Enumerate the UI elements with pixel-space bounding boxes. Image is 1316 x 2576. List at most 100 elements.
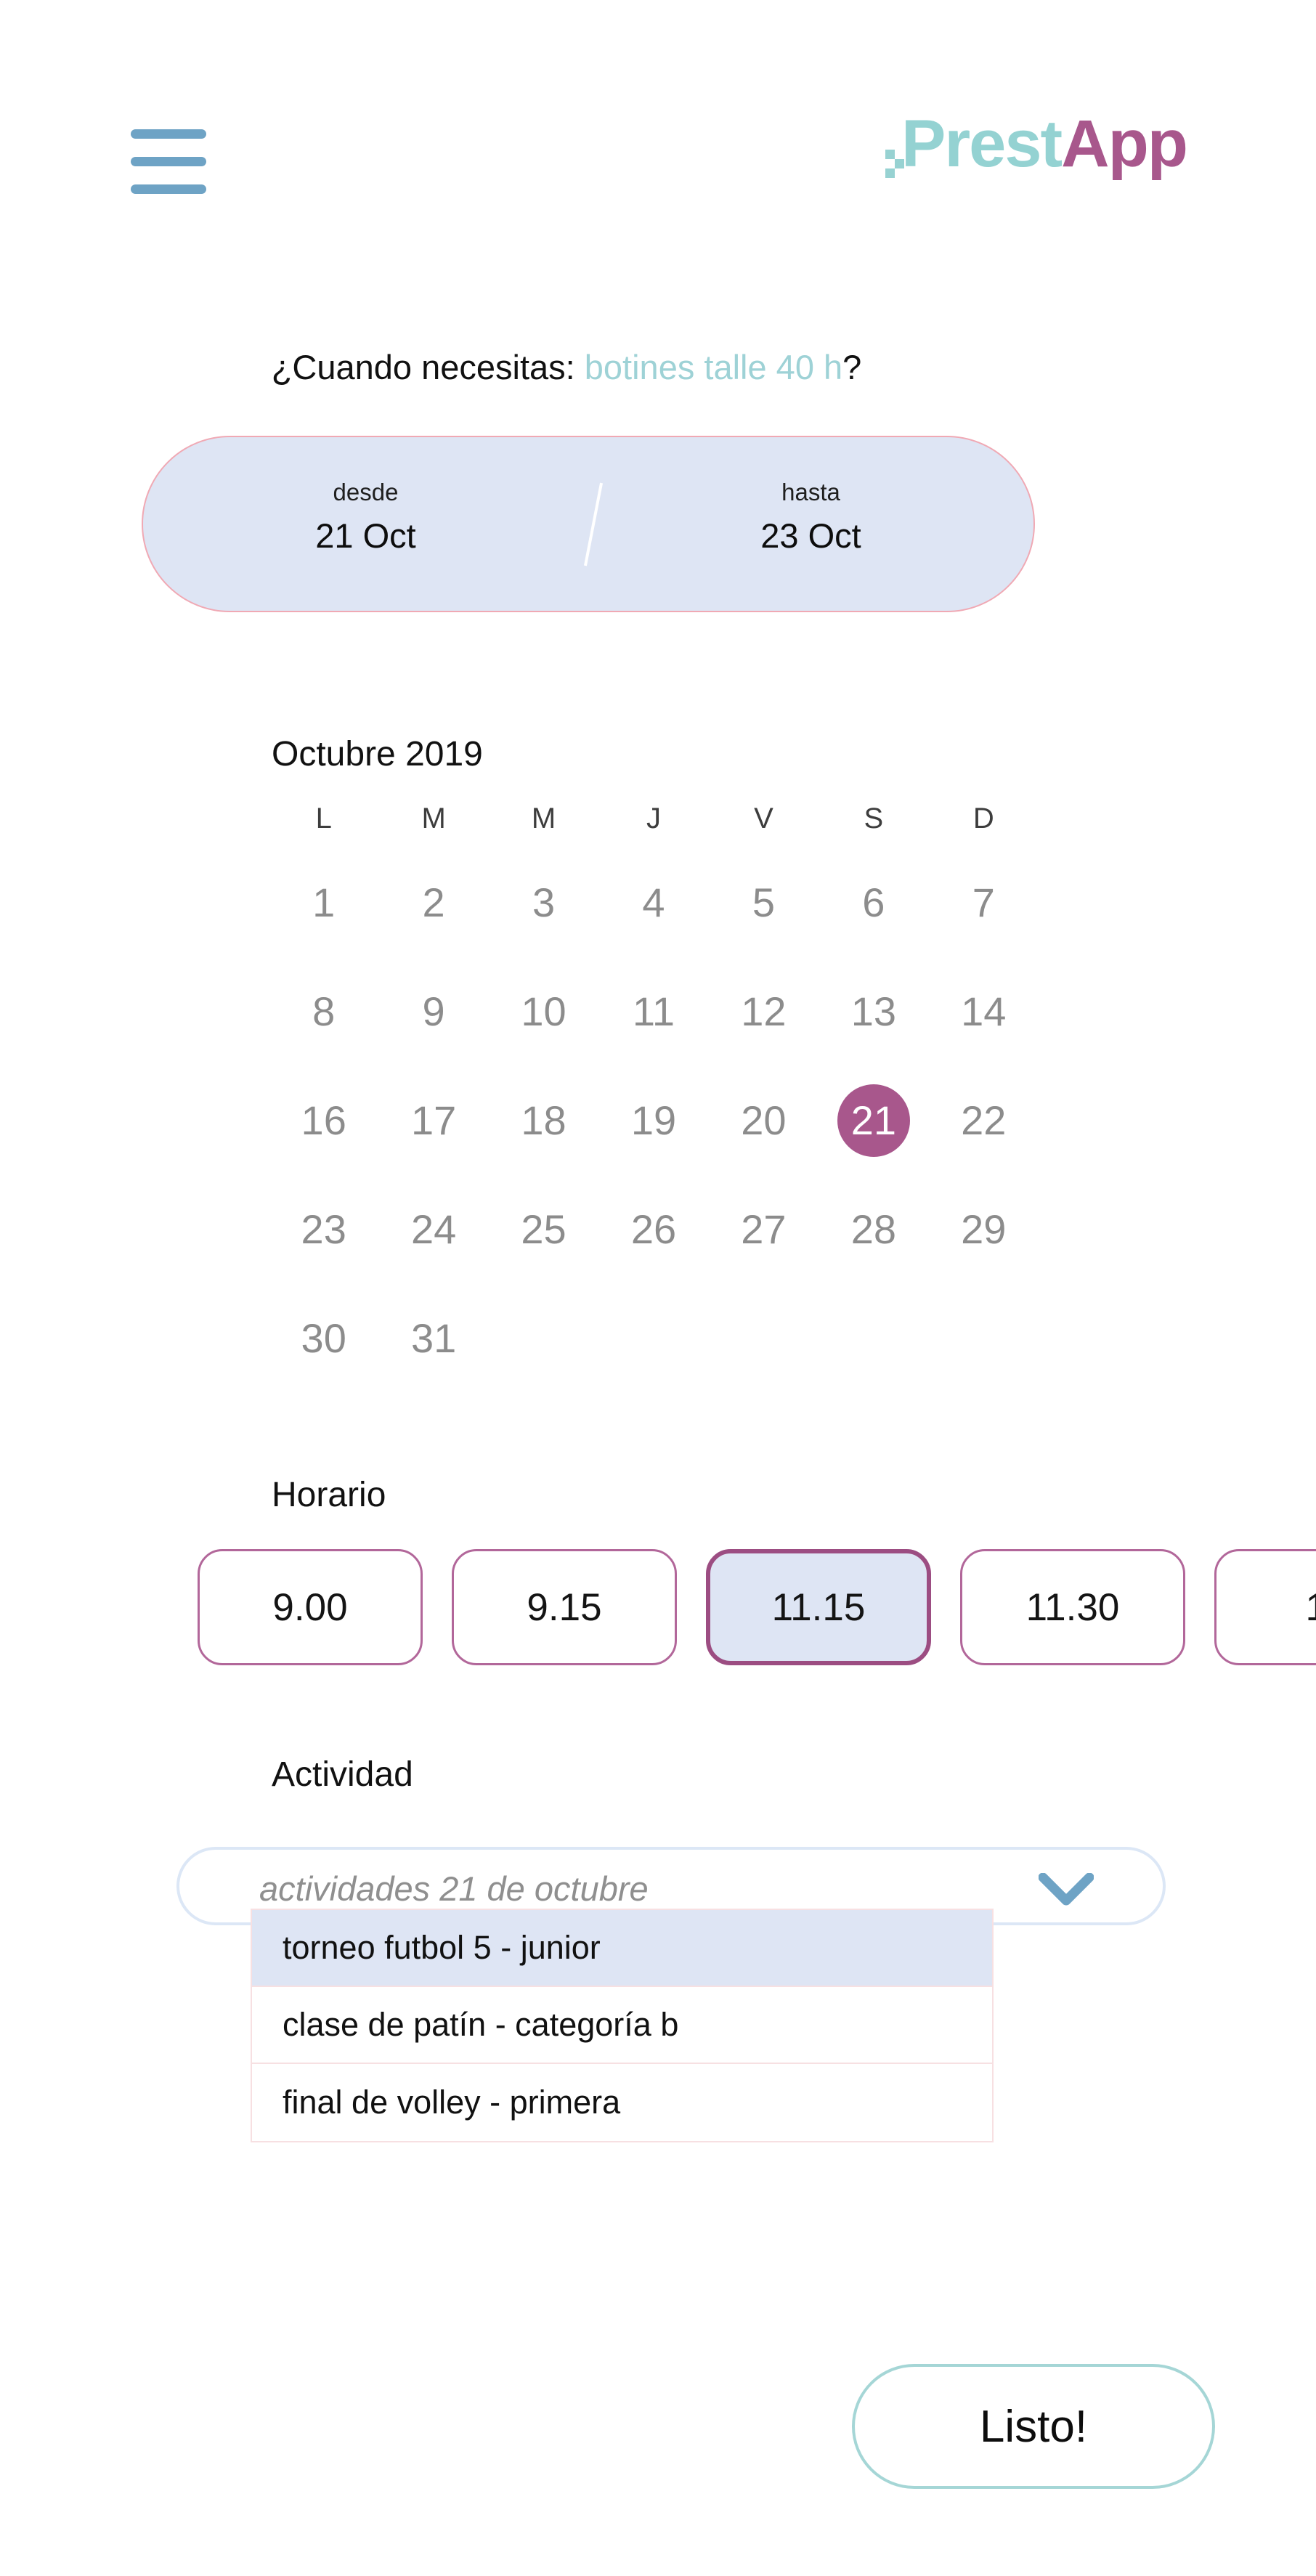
- calendar-day[interactable]: 8: [269, 957, 378, 1066]
- calendar-day[interactable]: 31: [378, 1284, 488, 1393]
- calendar-day[interactable]: 14: [929, 957, 1039, 1066]
- calendar-weekday-row: LMMJVSD: [269, 802, 1039, 848]
- calendar-day-number: 26: [630, 1206, 677, 1252]
- calendar-day-number: 9: [422, 988, 445, 1034]
- logo-dots-icon: [885, 131, 905, 187]
- actividad-dropdown-list[interactable]: torneo futbol 5 - junior clase de patín -…: [251, 1909, 994, 2142]
- calendar-day[interactable]: 11: [598, 957, 708, 1066]
- calendar-day-empty: [489, 1284, 598, 1393]
- calendar-day-empty: [819, 1284, 928, 1393]
- calendar-day-number: 19: [630, 1097, 677, 1143]
- calendar: Octubre 2019 LMMJVSD 1 2 3 4 5 6 7 8 9 10 11 12 13 14…: [269, 734, 1039, 1393]
- calendar-day-number: [727, 1302, 800, 1375]
- calendar-day[interactable]: 4: [598, 848, 708, 957]
- calendar-day[interactable]: 16: [269, 1066, 378, 1175]
- calendar-day[interactable]: 23: [269, 1175, 378, 1284]
- calendar-day-number: 25: [521, 1206, 566, 1252]
- calendar-day[interactable]: 25: [489, 1175, 598, 1284]
- calendar-weekday-5: S: [864, 803, 884, 834]
- submit-button[interactable]: Listo!: [852, 2364, 1215, 2489]
- date-range-to-value: 23 Oct: [760, 516, 861, 555]
- calendar-day-number: 1: [312, 879, 336, 925]
- date-range-to[interactable]: hasta 23 Oct: [588, 478, 1033, 556]
- time-chip[interactable]: 11.15: [706, 1549, 931, 1665]
- calendar-weekday-3: J: [646, 803, 661, 834]
- calendar-day-number: 6: [862, 879, 885, 925]
- chevron-down-icon[interactable]: [1039, 1873, 1094, 1906]
- calendar-weekday-4: V: [754, 803, 773, 834]
- time-chip[interactable]: 11.30: [960, 1549, 1185, 1665]
- date-range-to-label: hasta: [781, 479, 840, 505]
- horario-label: Horario: [272, 1476, 386, 1514]
- calendar-day-number: 16: [301, 1097, 346, 1143]
- calendar-weekday-6: D: [972, 803, 994, 834]
- calendar-day[interactable]: 5: [709, 848, 819, 957]
- calendar-day-number: 2: [422, 879, 445, 925]
- calendar-day-number: 30: [301, 1315, 346, 1361]
- calendar-day-number: 21: [837, 1084, 910, 1157]
- calendar-day-number: 5: [752, 879, 775, 925]
- calendar-day[interactable]: 7: [929, 848, 1039, 957]
- hamburger-bar-2: [131, 157, 206, 166]
- dropdown-option[interactable]: final de volley - primera: [252, 2064, 992, 2141]
- calendar-day-grid: 1 2 3 4 5 6 7 8 9 10 11 12 13 14 16 17 18 19 20 21 22 23 24 25 2…: [269, 848, 1039, 1393]
- calendar-day-number: [947, 1302, 1020, 1375]
- actividad-placeholder: actividades 21 de octubre: [259, 1869, 649, 1908]
- calendar-day-number: 14: [961, 988, 1007, 1034]
- dropdown-option[interactable]: torneo futbol 5 - junior: [252, 1910, 992, 1987]
- calendar-day-number: 22: [961, 1097, 1007, 1143]
- calendar-day-number: [837, 1302, 910, 1375]
- hamburger-menu-icon[interactable]: [131, 129, 206, 194]
- date-range-from[interactable]: desde 21 Oct: [143, 478, 588, 556]
- app-logo[interactable]: PrestApp: [885, 107, 1188, 189]
- calendar-day[interactable]: 24: [378, 1175, 488, 1284]
- calendar-day-number: 11: [632, 988, 675, 1034]
- calendar-day-number: 29: [961, 1206, 1007, 1252]
- question-item: botines talle 40 h: [584, 348, 843, 386]
- calendar-day[interactable]: 27: [709, 1175, 819, 1284]
- logo-text-prest: Prest: [901, 107, 1063, 181]
- calendar-day-number: 31: [410, 1315, 457, 1361]
- calendar-day[interactable]: 26: [598, 1175, 708, 1284]
- calendar-day[interactable]: 28: [819, 1175, 928, 1284]
- time-chip[interactable]: 9.15: [452, 1549, 677, 1665]
- calendar-day-number: 17: [410, 1097, 457, 1143]
- dropdown-option[interactable]: clase de patín - categoría b: [252, 1987, 992, 2064]
- calendar-day-number: 10: [521, 988, 566, 1034]
- calendar-day-number: [508, 1302, 580, 1375]
- calendar-day-empty: [929, 1284, 1039, 1393]
- calendar-day-number: 23: [301, 1206, 346, 1252]
- calendar-day[interactable]: 21: [819, 1066, 928, 1175]
- calendar-day-number: 18: [521, 1097, 566, 1143]
- time-chip[interactable]: 12: [1214, 1549, 1316, 1665]
- calendar-day[interactable]: 19: [598, 1066, 708, 1175]
- calendar-day[interactable]: 12: [709, 957, 819, 1066]
- calendar-day[interactable]: 18: [489, 1066, 598, 1175]
- calendar-day[interactable]: 30: [269, 1284, 378, 1393]
- calendar-day[interactable]: 13: [819, 957, 928, 1066]
- calendar-day[interactable]: 20: [709, 1066, 819, 1175]
- calendar-day-number: 8: [312, 988, 336, 1034]
- calendar-day[interactable]: 10: [489, 957, 598, 1066]
- calendar-weekday-1: M: [421, 803, 446, 834]
- calendar-day-number: [617, 1302, 690, 1375]
- calendar-day[interactable]: 1: [269, 848, 378, 957]
- hamburger-bar-1: [131, 129, 206, 139]
- calendar-day-number: 20: [741, 1097, 787, 1143]
- calendar-day[interactable]: 29: [929, 1175, 1039, 1284]
- logo-text-app: App: [1061, 107, 1188, 181]
- calendar-day[interactable]: 2: [378, 848, 488, 957]
- actividad-label: Actividad: [272, 1755, 413, 1794]
- horario-chip-row[interactable]: 9.009.1511.1511.3012: [198, 1549, 1316, 1665]
- calendar-day[interactable]: 6: [819, 848, 928, 957]
- app-header: PrestApp: [0, 0, 1316, 225]
- calendar-day-number: 28: [850, 1206, 896, 1252]
- date-range-pill[interactable]: desde 21 Oct hasta 23 Oct: [142, 436, 1035, 612]
- time-chip[interactable]: 9.00: [198, 1549, 423, 1665]
- calendar-day[interactable]: 17: [378, 1066, 488, 1175]
- calendar-day[interactable]: 9: [378, 957, 488, 1066]
- calendar-day[interactable]: 3: [489, 848, 598, 957]
- calendar-day[interactable]: 22: [929, 1066, 1039, 1175]
- hamburger-bar-3: [131, 184, 206, 194]
- question-line: ¿Cuando necesitas: botines talle 40 h?: [0, 345, 1133, 390]
